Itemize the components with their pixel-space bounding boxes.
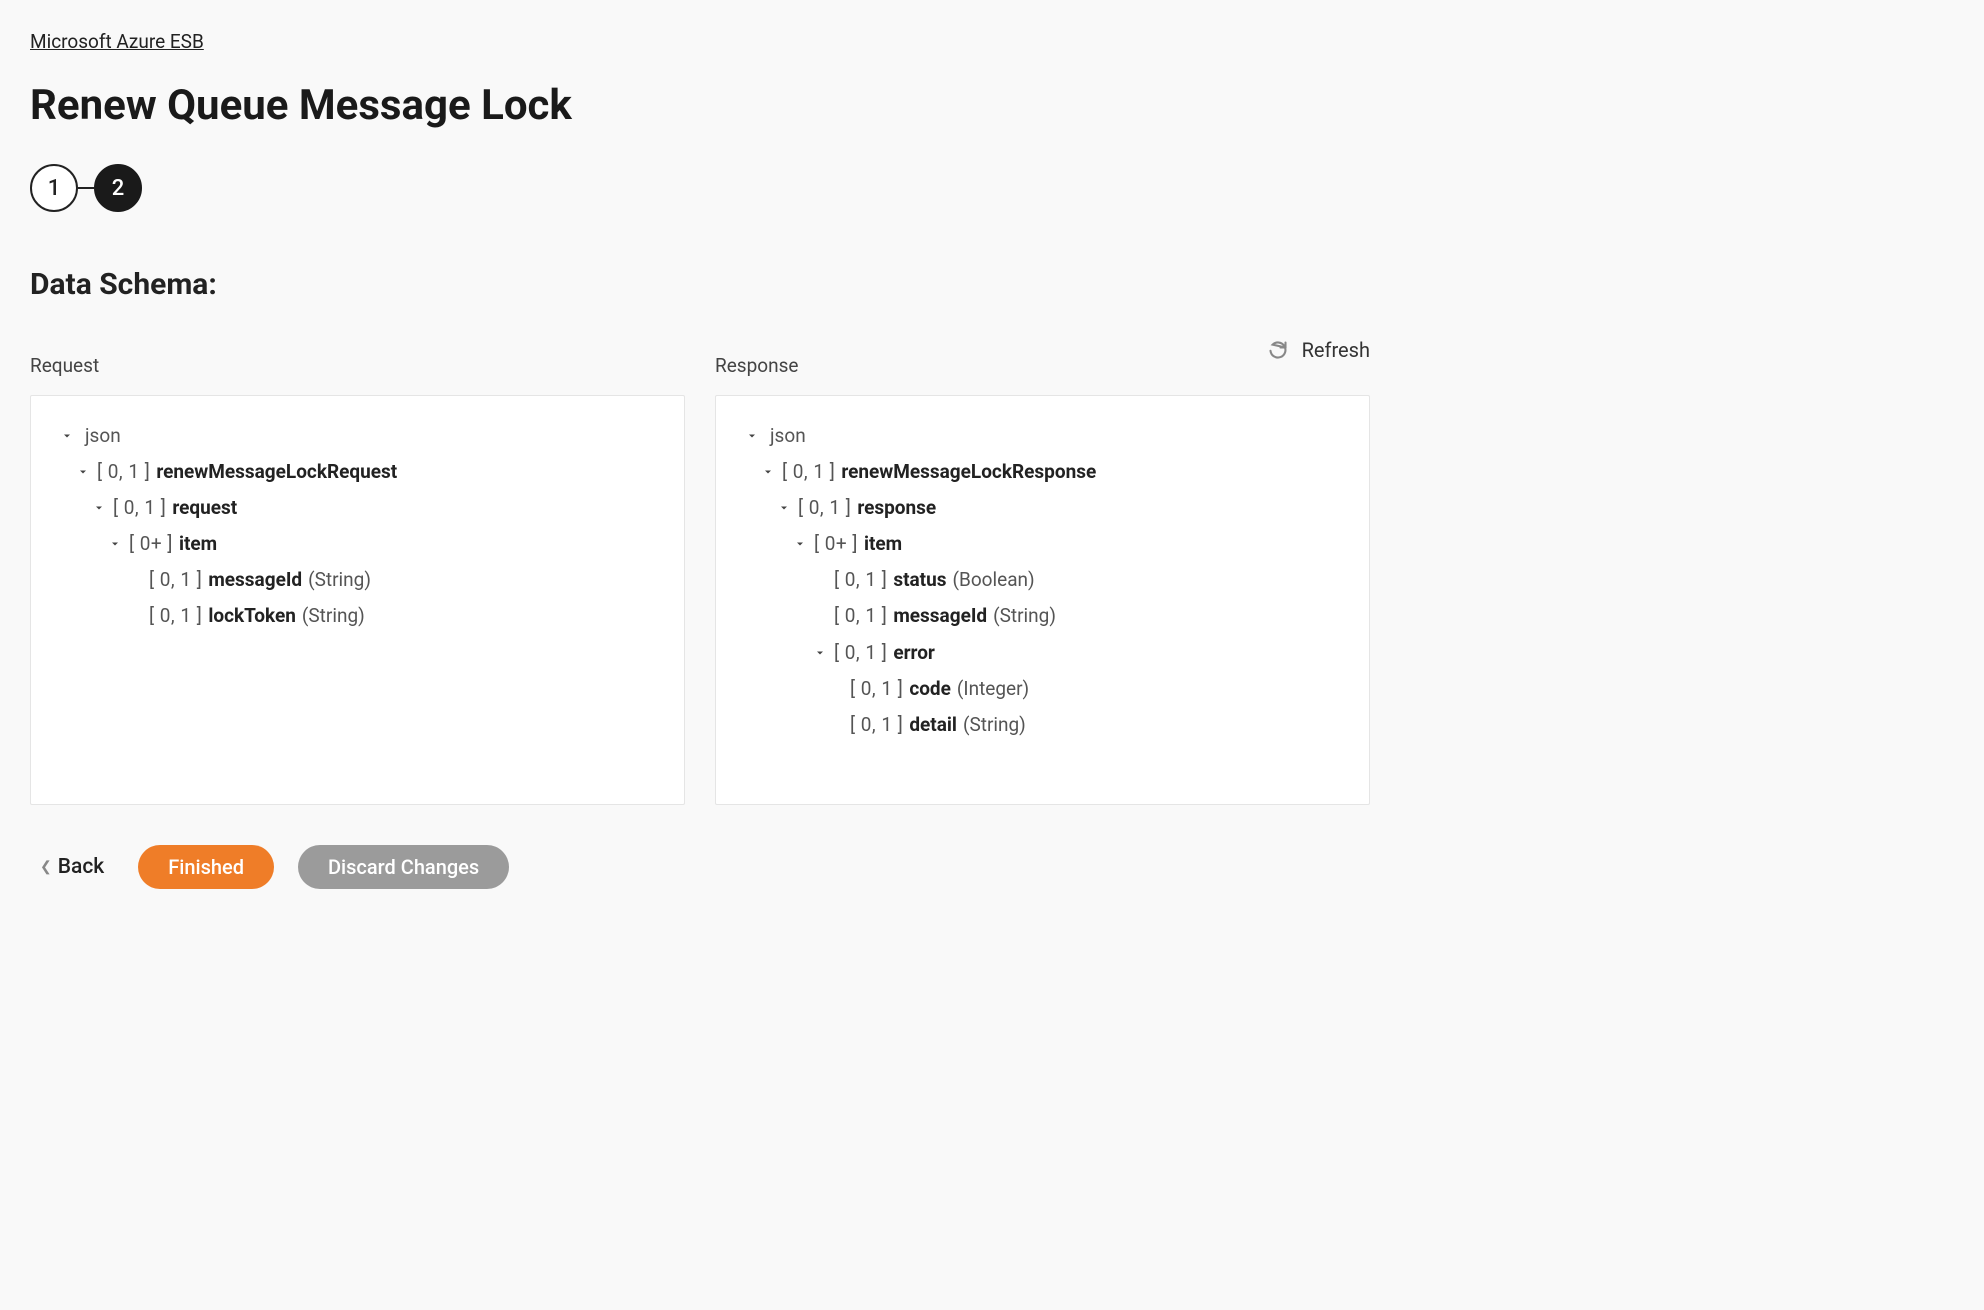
- field-name: messageId: [208, 562, 302, 598]
- field-name: request: [172, 490, 237, 526]
- tree-root-label: json: [85, 418, 121, 454]
- cardinality: [ 0, 1 ]: [782, 454, 835, 490]
- tree-node-renewMessageLockRequest[interactable]: [ 0, 1 ] renewMessageLockRequest: [61, 454, 654, 490]
- field-name: response: [857, 490, 936, 526]
- cardinality: [ 0, 1 ]: [798, 490, 851, 526]
- chevron-down-icon[interactable]: [61, 430, 75, 442]
- tree-root[interactable]: json: [746, 418, 1339, 454]
- chevron-down-icon[interactable]: [762, 466, 776, 478]
- tree-node-request[interactable]: [ 0, 1 ] request: [61, 490, 654, 526]
- tree-node-item[interactable]: [ 0+ ] item: [61, 526, 654, 562]
- cardinality: [ 0, 1 ]: [149, 562, 202, 598]
- cardinality: [ 0, 1 ]: [97, 454, 150, 490]
- chevron-down-icon[interactable]: [109, 538, 123, 550]
- field-name: status: [893, 562, 946, 598]
- stepper: 1 2: [30, 164, 1370, 212]
- request-tree: json [ 0, 1 ] renewMessageLockRequest [ …: [30, 395, 685, 805]
- cardinality: [ 0+ ]: [814, 526, 858, 562]
- chevron-down-icon[interactable]: [778, 502, 792, 514]
- field-name: renewMessageLockRequest: [156, 454, 397, 490]
- field-type: (Integer): [957, 671, 1029, 707]
- section-title: Data Schema:: [30, 267, 1370, 302]
- cardinality: [ 0, 1 ]: [113, 490, 166, 526]
- chevron-down-icon[interactable]: [794, 538, 808, 550]
- discard-button[interactable]: Discard Changes: [298, 845, 509, 889]
- step-2[interactable]: 2: [94, 164, 142, 212]
- request-column-label: Request: [30, 354, 685, 377]
- chevron-down-icon[interactable]: [77, 466, 91, 478]
- finished-button[interactable]: Finished: [138, 845, 274, 889]
- tree-node-item[interactable]: [ 0+ ] item: [746, 526, 1339, 562]
- tree-node-messageId: [ 0, 1 ] messageId (String): [61, 562, 654, 598]
- step-1[interactable]: 1: [30, 164, 78, 212]
- field-name: item: [179, 526, 217, 562]
- field-type: (String): [993, 598, 1056, 634]
- tree-node-error[interactable]: [ 0, 1 ] error: [746, 635, 1339, 671]
- tree-root[interactable]: json: [61, 418, 654, 454]
- chevron-down-icon[interactable]: [93, 502, 107, 514]
- cardinality: [ 0, 1 ]: [834, 598, 887, 634]
- field-type: (Boolean): [953, 562, 1035, 598]
- tree-node-renewMessageLockResponse[interactable]: [ 0, 1 ] renewMessageLockResponse: [746, 454, 1339, 490]
- tree-node-response[interactable]: [ 0, 1 ] response: [746, 490, 1339, 526]
- cardinality: [ 0, 1 ]: [850, 707, 903, 743]
- back-button[interactable]: ❮ Back: [30, 855, 114, 879]
- tree-node-detail: [ 0, 1 ] detail (String): [746, 707, 1339, 743]
- cardinality: [ 0, 1 ]: [149, 598, 202, 634]
- field-name: detail: [909, 707, 957, 743]
- tree-node-lockToken: [ 0, 1 ] lockToken (String): [61, 598, 654, 634]
- cardinality: [ 0, 1 ]: [834, 562, 887, 598]
- tree-root-label: json: [770, 418, 806, 454]
- cardinality: [ 0, 1 ]: [850, 671, 903, 707]
- tree-node-code: [ 0, 1 ] code (Integer): [746, 671, 1339, 707]
- tree-node-status: [ 0, 1 ] status (Boolean): [746, 562, 1339, 598]
- breadcrumb[interactable]: Microsoft Azure ESB: [30, 30, 204, 53]
- field-name: renewMessageLockResponse: [841, 454, 1096, 490]
- page-title: Renew Queue Message Lock: [30, 81, 1370, 130]
- field-name: lockToken: [208, 598, 296, 634]
- footer-actions: ❮ Back Finished Discard Changes: [30, 845, 1370, 889]
- field-name: messageId: [893, 598, 987, 634]
- chevron-down-icon[interactable]: [814, 647, 828, 659]
- field-name: item: [864, 526, 902, 562]
- response-column-label: Response: [715, 354, 1370, 377]
- field-name: error: [893, 635, 935, 671]
- cardinality: [ 0+ ]: [129, 526, 173, 562]
- chevron-left-icon: ❮: [40, 859, 52, 875]
- field-type: (String): [308, 562, 371, 598]
- field-type: (String): [302, 598, 365, 634]
- response-tree: json [ 0, 1 ] renewMessageLockResponse […: [715, 395, 1370, 805]
- cardinality: [ 0, 1 ]: [834, 635, 887, 671]
- tree-node-messageId: [ 0, 1 ] messageId (String): [746, 598, 1339, 634]
- back-label: Back: [58, 855, 105, 879]
- field-type: (String): [963, 707, 1026, 743]
- field-name: code: [909, 671, 951, 707]
- step-connector: [78, 187, 94, 189]
- chevron-down-icon[interactable]: [746, 430, 760, 442]
